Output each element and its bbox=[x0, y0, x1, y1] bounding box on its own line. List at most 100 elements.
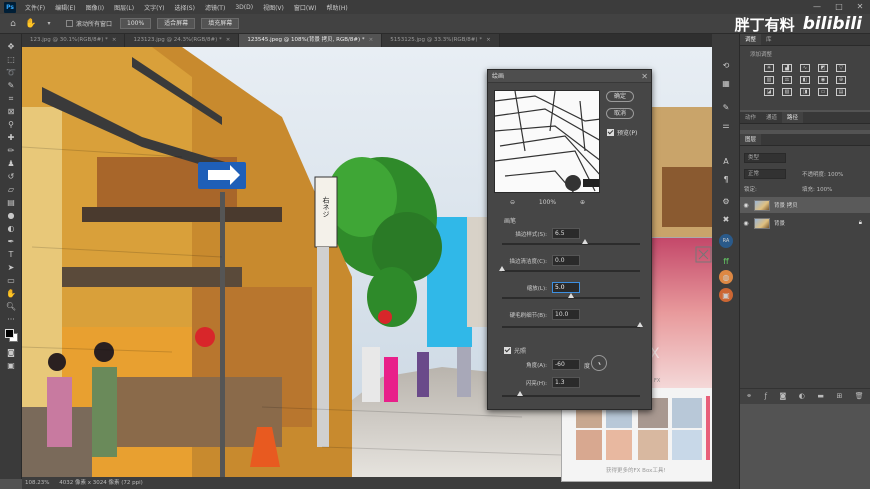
shine-input[interactable]: 1.3 bbox=[552, 377, 580, 388]
slider-thumb[interactable] bbox=[568, 293, 574, 298]
brush-tool-icon[interactable]: ✏ bbox=[0, 144, 22, 157]
marquee-tool-icon[interactable]: ⬚ bbox=[0, 53, 22, 66]
bristle-detail-slider[interactable] bbox=[502, 322, 643, 328]
dialog-title-bar[interactable]: 绘画 ✕ bbox=[488, 70, 651, 83]
stamp-tool-icon[interactable]: ♟ bbox=[0, 157, 22, 170]
posterize-icon[interactable]: ▧ bbox=[782, 88, 792, 96]
tab-paths[interactable]: 路径 bbox=[782, 112, 804, 123]
invert-icon[interactable]: ◪ bbox=[764, 88, 774, 96]
opacity-control[interactable]: 不透明度: 100% bbox=[802, 170, 843, 178]
menu-view[interactable]: 视图(V) bbox=[258, 3, 289, 12]
blend-mode-select[interactable]: 正常 bbox=[744, 169, 786, 179]
properties-panel-icon[interactable]: ⚙ bbox=[719, 194, 733, 208]
eye-icon[interactable]: ◉ bbox=[740, 202, 752, 209]
eye-icon[interactable]: ◉ bbox=[740, 220, 752, 227]
stylization-slider[interactable] bbox=[502, 239, 640, 245]
home-icon[interactable]: ⌂ bbox=[6, 17, 20, 31]
pen-tool-icon[interactable]: ✒ bbox=[0, 235, 22, 248]
photo-filter-icon[interactable]: ◉ bbox=[818, 76, 828, 84]
screen-mode-icon[interactable]: ▣ bbox=[0, 359, 22, 372]
tab-doc-1[interactable]: 123.jpg @ 30.1%(RGB/8#) * × bbox=[22, 34, 126, 47]
dropdown-icon[interactable]: ▾ bbox=[42, 17, 56, 31]
cleanliness-input[interactable]: 0.0 bbox=[552, 255, 580, 266]
angle-dial[interactable] bbox=[591, 355, 607, 371]
tab-adjustments[interactable]: 调整 bbox=[740, 34, 762, 45]
menu-window[interactable]: 窗口(W) bbox=[289, 3, 322, 12]
channel-mixer-icon[interactable]: ⊕ bbox=[836, 76, 846, 84]
lighting-checkbox-row[interactable]: 光照 bbox=[504, 346, 526, 355]
close-tab-icon[interactable]: × bbox=[369, 34, 374, 47]
character-panel-icon[interactable]: A bbox=[719, 154, 733, 168]
cancel-button[interactable]: 取消 bbox=[606, 108, 634, 119]
adjustment-layer-icon[interactable]: ◐ bbox=[799, 392, 805, 400]
zoom-tool-icon[interactable]: 🔍︎ bbox=[0, 300, 22, 313]
ok-button[interactable]: 确定 bbox=[606, 91, 634, 102]
stylization-input[interactable]: 6.5 bbox=[552, 228, 580, 239]
fx-footer-text[interactable]: 获得更多的FX Box工具! bbox=[606, 466, 666, 474]
delete-layer-icon[interactable]: 🗑︎ bbox=[855, 392, 864, 400]
vibrance-icon[interactable]: ▽ bbox=[836, 64, 846, 72]
slider-thumb[interactable] bbox=[637, 322, 643, 327]
maximize-button[interactable]: □ bbox=[830, 0, 848, 14]
scale-slider[interactable] bbox=[502, 293, 640, 299]
fill-control[interactable]: 填充: 100% bbox=[802, 185, 832, 193]
group-icon[interactable]: ▬ bbox=[817, 392, 824, 400]
color-swatches[interactable] bbox=[0, 326, 21, 346]
menu-type[interactable]: 文字(Y) bbox=[139, 3, 169, 12]
eyedropper-tool-icon[interactable]: ⚲ bbox=[0, 118, 22, 131]
bristle-detail-input[interactable]: 10.0 bbox=[552, 309, 580, 320]
menu-3d[interactable]: 3D(D) bbox=[230, 4, 258, 11]
status-zoom[interactable]: 108.23% bbox=[25, 480, 49, 486]
slider-thumb[interactable] bbox=[499, 266, 505, 271]
lasso-tool-icon[interactable]: ➰ bbox=[0, 66, 22, 79]
tab-actions[interactable]: 动作 bbox=[740, 112, 761, 123]
tab-libraries[interactable]: 库 bbox=[761, 34, 777, 45]
dodge-tool-icon[interactable]: ◐ bbox=[0, 222, 22, 235]
tab-layers[interactable]: 图层 bbox=[740, 134, 762, 145]
color-wheel-plugin-icon[interactable]: ◍ bbox=[719, 270, 733, 284]
close-tab-icon[interactable]: × bbox=[226, 34, 231, 47]
brush-settings-icon[interactable]: ✎ bbox=[719, 100, 733, 114]
layer-kind-filter[interactable]: 类型 bbox=[744, 153, 786, 163]
tab-doc-3-active[interactable]: 123545.jpeg @ 108%(背景 拷贝, RGB/8#) * × bbox=[239, 34, 383, 47]
threshold-icon[interactable]: ◨ bbox=[800, 88, 810, 96]
healing-brush-icon[interactable]: ✚ bbox=[0, 131, 22, 144]
blur-tool-icon[interactable]: ● bbox=[0, 209, 22, 222]
foreground-color-swatch[interactable] bbox=[5, 329, 14, 338]
paragraph-panel-icon[interactable]: ¶ bbox=[719, 172, 733, 186]
preview-checkbox[interactable] bbox=[607, 129, 614, 136]
cleanliness-slider[interactable] bbox=[499, 266, 640, 272]
curves-icon[interactable]: ∿ bbox=[800, 64, 810, 72]
tab-doc-2[interactable]: 123123.jpg @ 24.3%(RGB/8#) * × bbox=[125, 34, 240, 47]
lighting-checkbox[interactable] bbox=[504, 347, 511, 354]
move-tool-icon[interactable]: ✥ bbox=[0, 40, 22, 53]
type-tool-icon[interactable]: T bbox=[0, 248, 22, 261]
path-select-icon[interactable]: ➤ bbox=[0, 261, 22, 274]
fill-screen-button[interactable]: 填充屏幕 bbox=[201, 18, 240, 29]
minimize-button[interactable]: — bbox=[808, 0, 826, 14]
tab-channels[interactable]: 通道 bbox=[761, 112, 782, 123]
fit-screen-button[interactable]: 适合屏幕 bbox=[157, 18, 196, 29]
brightness-icon[interactable]: ☀ bbox=[764, 64, 774, 72]
exposure-icon[interactable]: ◩ bbox=[818, 64, 828, 72]
scroll-all-checkbox[interactable] bbox=[66, 20, 73, 27]
quick-select-tool-icon[interactable]: ✎ bbox=[0, 79, 22, 92]
slider-thumb[interactable] bbox=[516, 391, 523, 396]
clone-source-icon[interactable]: ⚌ bbox=[719, 118, 733, 132]
scale-input[interactable]: 5.0 bbox=[552, 282, 580, 293]
menu-layer[interactable]: 图层(L) bbox=[109, 3, 139, 12]
close-tab-icon[interactable]: × bbox=[486, 34, 491, 47]
zoom-100-button[interactable]: 100% bbox=[120, 18, 152, 29]
tools-plugin-icon[interactable]: ✖ bbox=[719, 212, 733, 226]
close-window-button[interactable]: ✕ bbox=[851, 0, 869, 14]
history-panel-icon[interactable]: ⟲ bbox=[719, 58, 733, 72]
slider-thumb[interactable] bbox=[581, 239, 588, 244]
cube-plugin-icon[interactable]: ▣ bbox=[719, 288, 733, 302]
menu-edit[interactable]: 编辑(E) bbox=[50, 3, 80, 12]
menu-filter[interactable]: 滤镜(T) bbox=[200, 3, 230, 12]
angle-input[interactable]: -60 bbox=[552, 359, 580, 370]
color-balance-icon[interactable]: ⚖ bbox=[782, 76, 792, 84]
frame-tool-icon[interactable]: ⊠ bbox=[0, 105, 22, 118]
layer-row[interactable]: ◉ 背景 🔒︎ bbox=[740, 215, 870, 231]
more-tools-icon[interactable]: ··· bbox=[0, 313, 22, 326]
